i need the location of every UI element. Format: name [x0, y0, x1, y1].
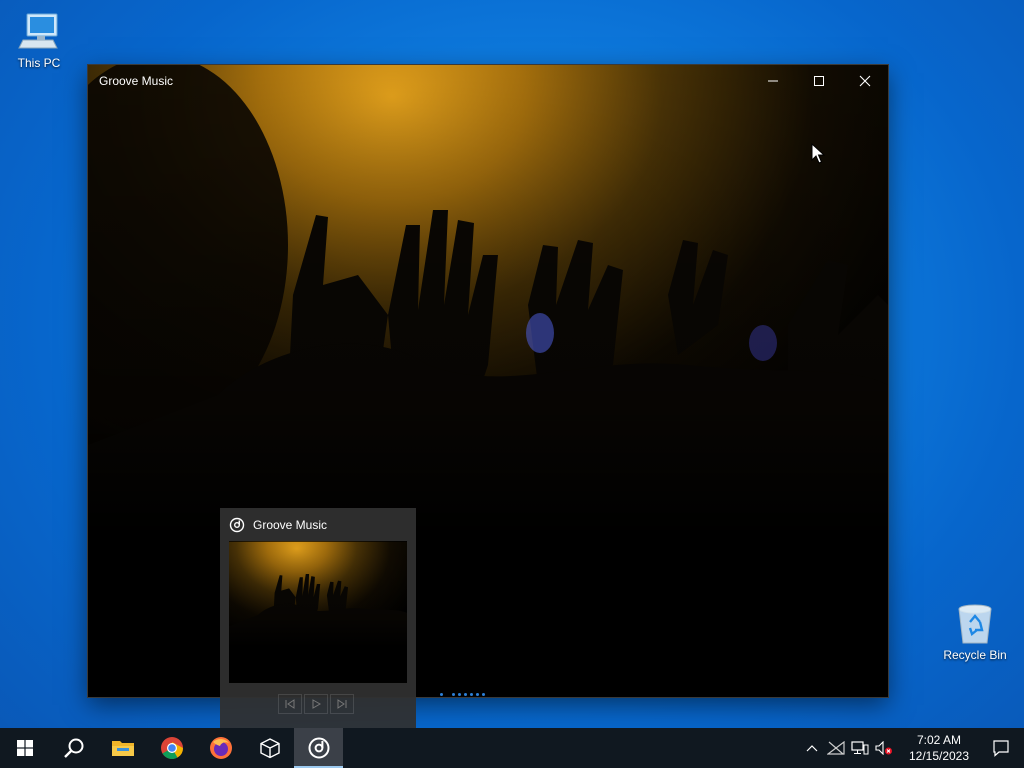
desktop-icon-label: This PC: [17, 56, 61, 70]
display-icon: [851, 741, 869, 755]
previous-icon: [285, 699, 295, 709]
thumbnail-art-image: [229, 541, 407, 683]
search-button[interactable]: [49, 728, 98, 768]
cube-icon: [259, 738, 280, 759]
system-tray: 7:02 AM 12/15/2023: [800, 728, 1024, 768]
minimize-button[interactable]: [750, 65, 796, 97]
maximize-button[interactable]: [796, 65, 842, 97]
action-center-icon: [993, 740, 1009, 757]
network-status-button[interactable]: [824, 728, 848, 768]
chevron-up-icon: [806, 745, 818, 752]
thumbnail-header: Groove Music: [229, 517, 327, 533]
windows-logo-icon: [16, 740, 33, 756]
taskbar-thumbnail-preview[interactable]: Groove Music: [220, 508, 416, 728]
desktop-icon-label: Recycle Bin: [943, 648, 1007, 662]
chrome-icon: [160, 737, 183, 759]
start-button[interactable]: [0, 728, 49, 768]
groove-music-window[interactable]: Groove Music: [88, 65, 888, 697]
show-hidden-icons-button[interactable]: [800, 728, 824, 768]
close-button[interactable]: [842, 65, 888, 97]
clock[interactable]: 7:02 AM 12/15/2023: [900, 732, 978, 764]
computer-icon: [18, 13, 58, 49]
previous-button[interactable]: [278, 694, 302, 714]
taskbar: 7:02 AM 12/15/2023: [0, 728, 1024, 768]
mouse-cursor-icon: [811, 143, 825, 164]
firefox-icon: [209, 737, 232, 759]
action-center-button[interactable]: [978, 728, 1024, 768]
taskbar-groove-music[interactable]: [294, 728, 343, 768]
thumbnail-media-controls: [278, 694, 354, 714]
thumbnail-title: Groove Music: [253, 518, 328, 532]
taskbar-firefox[interactable]: [196, 728, 245, 768]
maximize-icon: [814, 76, 824, 86]
network-disconnected-icon: [827, 741, 845, 755]
taskbar-file-explorer[interactable]: [98, 728, 147, 768]
volume-button[interactable]: [872, 728, 896, 768]
window-title: Groove Music: [99, 74, 174, 88]
title-bar[interactable]: Groove Music: [88, 65, 888, 97]
next-icon: [337, 699, 347, 709]
play-icon: [312, 699, 322, 709]
clock-date: 12/15/2023: [908, 749, 970, 763]
album-art-image: [88, 65, 888, 697]
minimize-icon: [768, 80, 778, 82]
display-status-button[interactable]: [848, 728, 872, 768]
taskbar-chrome[interactable]: [147, 728, 196, 768]
play-button[interactable]: [304, 694, 328, 714]
taskbar-3d-viewer[interactable]: [245, 728, 294, 768]
next-button[interactable]: [330, 694, 354, 714]
folder-icon: [111, 741, 134, 756]
desktop-icon-this-pc[interactable]: This PC: [3, 10, 75, 70]
groove-music-icon: [308, 737, 329, 759]
recycle-bin-icon: [958, 604, 992, 644]
close-icon: [859, 75, 871, 87]
clock-time: 7:02 AM: [916, 733, 962, 747]
desktop-icon-recycle-bin[interactable]: Recycle Bin: [939, 602, 1011, 662]
groove-music-icon: [229, 517, 245, 533]
search-icon: [63, 738, 83, 758]
volume-muted-icon: [875, 741, 892, 755]
thumbnail-window-preview[interactable]: [229, 541, 407, 683]
loading-dots: [440, 693, 485, 697]
